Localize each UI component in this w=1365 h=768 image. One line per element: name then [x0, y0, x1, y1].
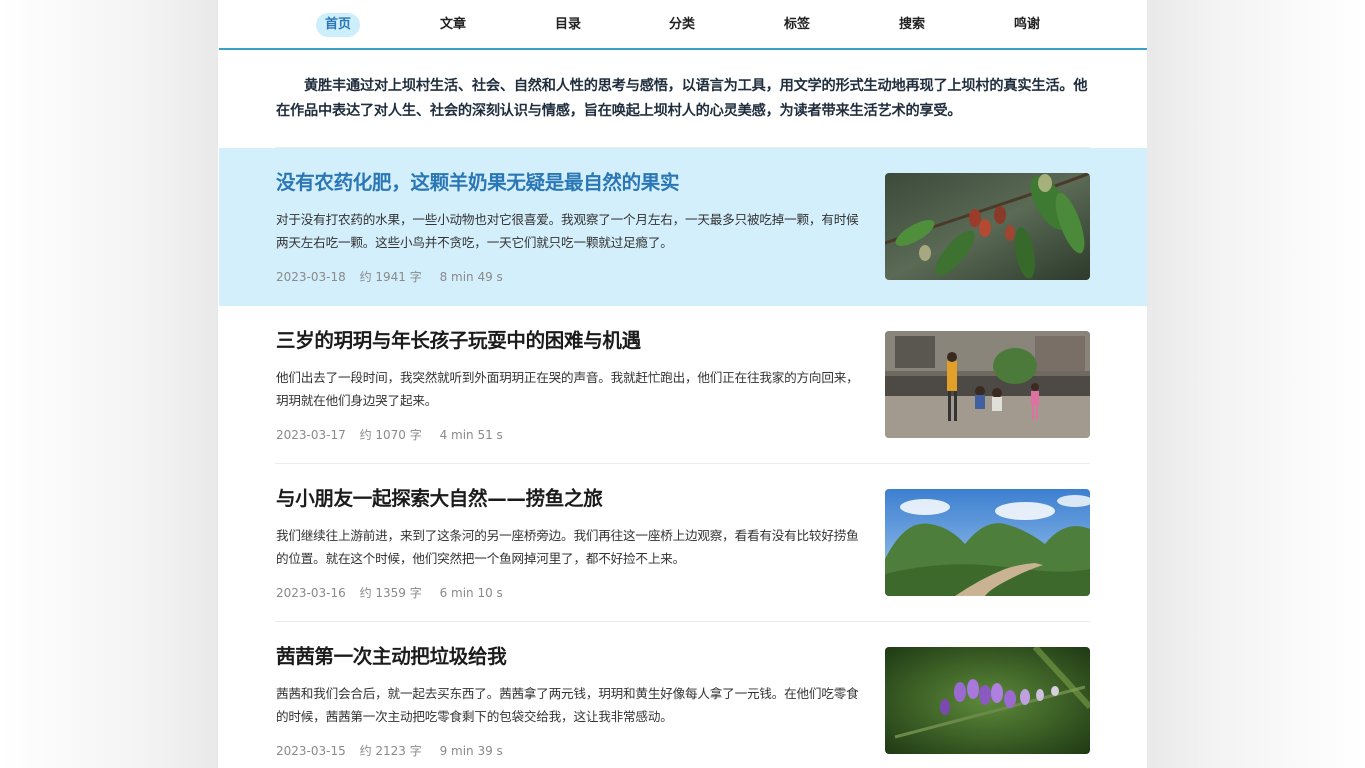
nav-categories[interactable]: 分类	[660, 13, 704, 37]
post-meta: 2023-03-16 约 1359 字 6 min 10 s	[276, 584, 513, 601]
post-title[interactable]: 茜茜第一次主动把垃圾给我	[276, 640, 856, 669]
post-thumbnail[interactable]	[885, 647, 1090, 754]
post-read-time: 9 min 39 s	[439, 744, 503, 758]
nav-articles[interactable]: 文章	[431, 13, 475, 37]
post-card[interactable]: 三岁的玥玥与年长孩子玩耍中的困难与机遇 他们出去了一段时间，我突然就听到外面玥玥…	[219, 306, 1147, 464]
purple-flower-image	[885, 647, 1090, 754]
post-excerpt: 我们继续往上游前进，来到了这条河的另一座桥旁边。我们再往这一座桥上边观察，看看有…	[276, 528, 859, 566]
nav-home[interactable]: 首页	[315, 13, 361, 37]
nav-thanks[interactable]: 鸣谢	[1005, 13, 1049, 37]
post-date: 2023-03-15	[276, 744, 346, 758]
children-playing-image	[885, 331, 1090, 438]
post-meta: 2023-03-15 约 2123 字 9 min 39 s	[276, 742, 513, 759]
post-read-time: 8 min 49 s	[439, 270, 503, 284]
main-container: 首页 文章 目录 分类 标签 搜索 鸣谢 黄胜丰通过对上坝村生活、社会、自然和人…	[219, 0, 1147, 768]
post-word-count: 约 2123 字	[359, 744, 422, 758]
post-thumbnail[interactable]	[885, 331, 1090, 438]
post-word-count: 约 1070 字	[359, 428, 422, 442]
post-excerpt: 茜茜和我们会合后，就一起去买东西了。茜茜拿了两元钱，玥玥和黄生好像每人拿了一元钱…	[276, 686, 859, 724]
post-card[interactable]: 没有农药化肥，这颗羊奶果无疑是最自然的果实 对于没有打农药的水果，一些小动物也对…	[219, 148, 1147, 306]
post-word-count: 约 1359 字	[359, 586, 422, 600]
post-title[interactable]: 三岁的玥玥与年长孩子玩耍中的困难与机遇	[276, 324, 856, 353]
post-read-time: 4 min 51 s	[439, 428, 503, 442]
post-title[interactable]: 没有农药化肥，这颗羊奶果无疑是最自然的果实	[276, 166, 856, 195]
post-excerpt: 他们出去了一段时间，我突然就听到外面玥玥正在哭的声音。我就赶忙跑出，他们正在往我…	[276, 370, 859, 408]
post-thumbnail[interactable]	[885, 489, 1090, 596]
post-thumbnail[interactable]	[885, 173, 1090, 280]
post-date: 2023-03-16	[276, 586, 346, 600]
post-card[interactable]: 与小朋友一起探索大自然——捞鱼之旅 我们继续往上游前进，来到了这条河的另一座桥旁…	[219, 464, 1147, 622]
post-excerpt: 对于没有打农药的水果，一些小动物也对它很喜爱。我观察了一个月左右，一天最多只被吃…	[276, 212, 859, 250]
nav-search[interactable]: 搜索	[890, 13, 934, 37]
post-date: 2023-03-18	[276, 270, 346, 284]
post-date: 2023-03-17	[276, 428, 346, 442]
post-title[interactable]: 与小朋友一起探索大自然——捞鱼之旅	[276, 482, 856, 511]
post-read-time: 6 min 10 s	[439, 586, 503, 600]
top-nav: 首页 文章 目录 分类 标签 搜索 鸣谢	[219, 0, 1147, 50]
site-intro: 黄胜丰通过对上坝村生活、社会、自然和人性的思考与感悟，以语言为工具，用文学的形式…	[276, 78, 1088, 119]
post-word-count: 约 1941 字	[359, 270, 422, 284]
post-card[interactable]: 茜茜第一次主动把垃圾给我 茜茜和我们会合后，就一起去买东西了。茜茜拿了两元钱，玥…	[219, 622, 1147, 768]
oleaster-berries-image	[885, 173, 1090, 280]
karst-mountain-road-image	[885, 489, 1090, 596]
post-meta: 2023-03-18 约 1941 字 8 min 49 s	[276, 268, 513, 285]
nav-catalog[interactable]: 目录	[546, 13, 590, 37]
nav-tags[interactable]: 标签	[775, 13, 819, 37]
post-meta: 2023-03-17 约 1070 字 4 min 51 s	[276, 426, 513, 443]
